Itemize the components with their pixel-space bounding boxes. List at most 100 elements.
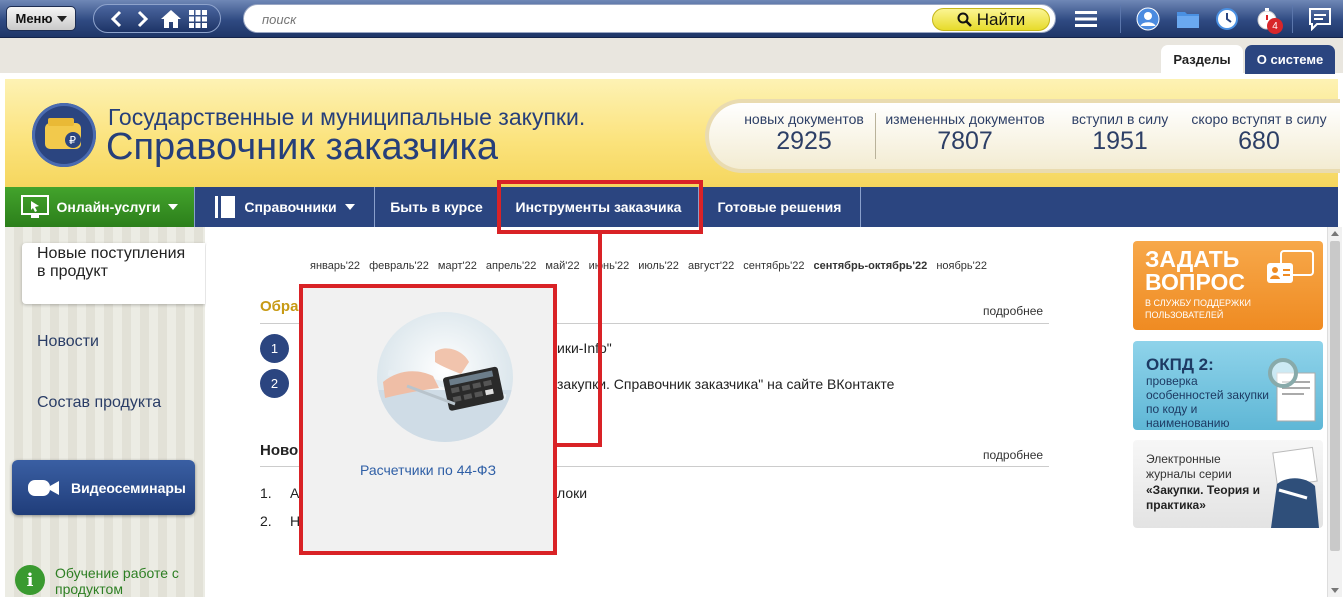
list-item[interactable]: ики-Info" [557, 340, 612, 356]
nav-label: Онлайн-услуги [56, 199, 161, 215]
ask-question-banner[interactable]: ЗАДАТЬ ВОПРОС В СЛУЖБУ ПОДДЕРЖКИ ПОЛЬЗОВ… [1133, 241, 1323, 330]
list-item[interactable]: локи [557, 485, 587, 501]
stat-label: вступил в силу [1071, 111, 1169, 127]
svg-text:₽: ₽ [69, 134, 76, 147]
month-link[interactable]: август'22 [688, 260, 734, 272]
history-clock-icon[interactable] [1214, 6, 1240, 32]
month-link[interactable]: сентябрь'22 [743, 260, 804, 272]
stopwatch-icon[interactable]: 4 [1254, 6, 1283, 34]
nav-label: Готовые решения [717, 199, 842, 215]
okpd-title: ОКПД 2: [1146, 355, 1214, 374]
learning-link[interactable]: i Обучение работе с продуктом [15, 565, 185, 597]
month-link[interactable]: ноябрь'22 [936, 260, 987, 272]
okpd-subtitle: проверка особенностей закупки по коду и … [1146, 374, 1269, 430]
toolbar-divider [1292, 5, 1293, 33]
scroll-thumb[interactable] [1330, 241, 1340, 551]
journal-label: Электронные журналы серии [1146, 452, 1232, 481]
journals-banner[interactable]: Электронные журналы серии «Закупки. Теор… [1133, 440, 1323, 528]
nav-handbooks[interactable]: Справочники [195, 187, 375, 227]
video-camera-icon [28, 479, 59, 496]
stat-value: 7807 [937, 127, 993, 155]
nav-online-services[interactable]: Онлайн-услуги [5, 187, 195, 227]
sidebar-item-news[interactable]: Новости [37, 333, 99, 351]
okpd-banner[interactable]: ОКПД 2: проверка особенностей закупки по… [1133, 341, 1323, 430]
month-link[interactable]: июнь'22 [589, 260, 630, 272]
stat-divider [875, 113, 876, 159]
grid-icon[interactable] [187, 8, 209, 30]
user-profile-icon[interactable] [1135, 6, 1161, 32]
highlight-connector [598, 232, 602, 447]
stat-label: новых документов [744, 111, 864, 127]
scroll-up-icon[interactable] [1331, 231, 1339, 236]
nav-ready-solutions[interactable]: Готовые решения [699, 187, 861, 227]
webinars-button[interactable]: Видеосеминары [12, 460, 195, 515]
search-input[interactable] [262, 10, 902, 28]
month-link[interactable]: май'22 [545, 260, 579, 272]
list-item[interactable]: А [290, 485, 299, 501]
stats-panel: новых документов 2925 измененных докумен… [705, 99, 1340, 173]
find-label: Найти [976, 9, 1026, 29]
stat-new-docs[interactable]: новых документов 2925 [739, 111, 869, 156]
folder-icon[interactable] [1175, 6, 1201, 32]
tab-sections[interactable]: Разделы [1161, 45, 1243, 74]
scroll-down-icon[interactable] [1331, 588, 1339, 593]
highlight-box [497, 180, 703, 234]
info-icon: i [15, 565, 45, 595]
stat-label: измененных документов [885, 111, 1045, 127]
stat-value: 1951 [1092, 127, 1148, 155]
item-number: 1 [260, 334, 289, 363]
stat-coming-soon[interactable]: скоро вступят в силу 680 [1189, 111, 1329, 156]
forward-arrow-icon[interactable] [132, 8, 154, 30]
hamburger-menu-icon[interactable] [1073, 6, 1099, 32]
stat-value: 680 [1238, 127, 1280, 155]
home-icon[interactable] [160, 8, 182, 30]
list-item[interactable]: закупки. Справочник заказчика" на сайте … [557, 376, 894, 392]
months-filter: январь'22 февраль'22 март'22 апрель'22 м… [310, 260, 993, 272]
vertical-scrollbar[interactable] [1327, 227, 1342, 597]
tab-about[interactable]: О системе [1245, 45, 1335, 74]
item-number: 1. [260, 485, 272, 501]
book-icon [215, 196, 236, 218]
month-link[interactable]: февраль'22 [369, 260, 429, 272]
sidebar-item-new-arrivals[interactable]: Новые поступления в продукт [22, 243, 205, 304]
item-number: 2 [260, 369, 289, 398]
wallet-logo-icon: ₽ [32, 103, 96, 167]
more-link[interactable]: подробнее [983, 448, 1043, 462]
back-arrow-icon[interactable] [105, 8, 127, 30]
month-link[interactable]: март'22 [438, 260, 477, 272]
notification-badge: 4 [1267, 18, 1283, 34]
page-title: Справочник заказчика [106, 126, 499, 168]
chevron-down-icon [56, 15, 67, 22]
toolbar-divider [1120, 5, 1121, 33]
support-chat-icon [1267, 250, 1314, 283]
search-icon [957, 12, 972, 27]
menu-button[interactable]: Меню [6, 6, 76, 31]
magnifier-document-icon [1268, 358, 1316, 422]
monitor-icon [20, 195, 49, 218]
top-toolbar: Меню Найти [0, 0, 1343, 38]
month-link[interactable]: апрель'22 [486, 260, 536, 272]
month-link[interactable]: июль'22 [638, 260, 679, 272]
chevron-down-icon [168, 204, 179, 210]
month-link[interactable]: январь'22 [310, 260, 360, 272]
chat-message-icon[interactable] [1307, 6, 1333, 32]
learning-label: Обучение работе с продуктом [55, 565, 179, 597]
find-button[interactable]: Найти [932, 8, 1050, 31]
item-number: 2. [260, 513, 272, 529]
navigation-pill [93, 4, 221, 33]
stat-in-force[interactable]: вступил в силу 1951 [1064, 111, 1176, 156]
stat-label: скоро вступят в силу [1191, 111, 1327, 127]
more-link[interactable]: подробнее [983, 304, 1043, 318]
sidebar-item-composition[interactable]: Состав продукта [37, 394, 161, 412]
chevron-down-icon [344, 204, 355, 210]
nav-label: Справочники [244, 199, 337, 215]
popup-label[interactable]: Расчетчики по 44-ФЗ [303, 462, 553, 478]
nav-label: Быть в курсе [390, 199, 483, 215]
calculators-popup[interactable]: Расчетчики по 44-ФЗ [299, 284, 557, 555]
ask-subtitle: В СЛУЖБУ ПОДДЕРЖКИ ПОЛЬЗОВАТЕЛЕЙ [1145, 298, 1251, 320]
section-title-appeals: Обра [260, 298, 299, 315]
stat-changed-docs[interactable]: измененных документов 7807 [881, 111, 1049, 156]
nav-stay-informed[interactable]: Быть в курсе [375, 187, 499, 227]
stat-value: 2925 [776, 127, 832, 155]
month-link-current[interactable]: сентябрь-октябрь'22 [814, 260, 928, 272]
